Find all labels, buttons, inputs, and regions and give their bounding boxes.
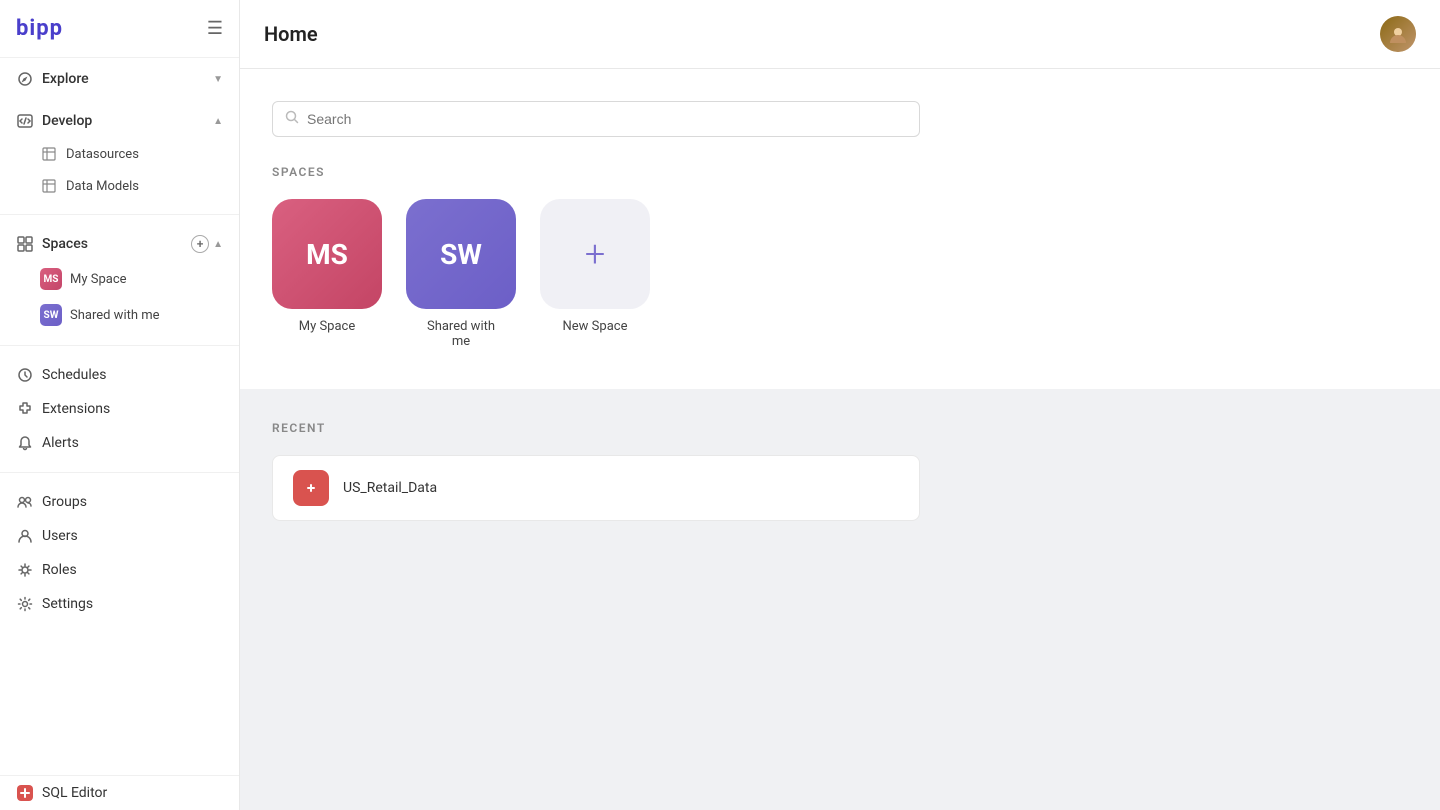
sidebar-item-shared-with-me[interactable]: SW Shared with me	[0, 297, 239, 333]
spaces-section: SPACES MS My Space SW Shared withme +	[272, 165, 1408, 349]
new-space-card-icon: +	[540, 199, 650, 309]
main-body: SPACES MS My Space SW Shared withme +	[240, 69, 1440, 810]
sidebar-item-my-space[interactable]: MS My Space	[0, 261, 239, 297]
sidebar-item-roles[interactable]: Roles	[0, 553, 239, 587]
search-bar[interactable]	[272, 101, 920, 137]
user-avatar[interactable]	[1380, 16, 1416, 52]
content-bottom: RECENT US_Retail_Data	[240, 389, 1440, 810]
datasources-label: Datasources	[66, 147, 139, 162]
new-space-card[interactable]: + New Space	[540, 199, 650, 334]
hamburger-icon[interactable]: ☰	[207, 18, 223, 39]
my-space-avatar: MS	[40, 268, 62, 290]
extensions-icon	[16, 400, 34, 418]
data-models-label: Data Models	[66, 179, 139, 194]
my-space-label: My Space	[70, 272, 127, 287]
my-space-card-icon: MS	[272, 199, 382, 309]
users-label: Users	[42, 528, 78, 544]
sql-editor-icon	[16, 784, 34, 802]
shared-with-me-card-icon: SW	[406, 199, 516, 309]
main-header: Home	[240, 0, 1440, 69]
shared-space-avatar: SW	[40, 304, 62, 326]
roles-icon	[16, 561, 34, 579]
data-models-icon	[40, 177, 58, 195]
users-icon	[16, 527, 34, 545]
bottom-nav-section: Schedules Extensions Alerts	[0, 354, 239, 464]
recent-item-icon	[293, 470, 329, 506]
add-space-button[interactable]: +	[191, 235, 209, 253]
explore-icon	[16, 70, 34, 88]
alerts-icon	[16, 434, 34, 452]
develop-section: Develop ▲ Datasources	[0, 100, 239, 206]
sidebar-item-data-models[interactable]: Data Models	[0, 170, 239, 202]
alerts-label: Alerts	[42, 435, 79, 451]
shared-with-me-card-label: Shared withme	[427, 319, 495, 349]
spaces-icon	[16, 235, 34, 253]
datasources-icon	[40, 145, 58, 163]
sidebar: bipp ☰ Explore ▼	[0, 0, 240, 810]
settings-icon	[16, 595, 34, 613]
spaces-section-title: SPACES	[272, 165, 1408, 179]
groups-label: Groups	[42, 494, 87, 510]
develop-label: Develop	[42, 113, 92, 129]
sidebar-item-settings[interactable]: Settings	[0, 587, 239, 621]
spaces-grid: MS My Space SW Shared withme + New Space	[272, 199, 1408, 349]
app-logo: bipp	[16, 16, 63, 41]
main-content: Home SPACES	[240, 0, 1440, 810]
schedules-icon	[16, 366, 34, 384]
sidebar-item-groups[interactable]: Groups	[0, 485, 239, 519]
admin-nav-section: Groups Users Roles	[0, 481, 239, 625]
explore-section: Explore ▼	[0, 58, 239, 100]
new-space-card-label: New Space	[563, 319, 628, 334]
recent-item-label: US_Retail_Data	[343, 480, 437, 496]
recent-item-us-retail[interactable]: US_Retail_Data	[272, 455, 920, 521]
develop-icon	[16, 112, 34, 130]
my-space-card-label: My Space	[299, 319, 356, 334]
sidebar-item-alerts[interactable]: Alerts	[0, 426, 239, 460]
search-input[interactable]	[307, 111, 907, 127]
spaces-nav-section: Spaces + ▲ MS My Space SW Shared with me	[0, 223, 239, 337]
schedules-label: Schedules	[42, 367, 106, 383]
explore-collapse-icon[interactable]: ▼	[213, 74, 223, 85]
roles-label: Roles	[42, 562, 77, 578]
develop-collapse-icon[interactable]: ▲	[213, 116, 223, 127]
sidebar-item-spaces[interactable]: Spaces + ▲	[0, 227, 239, 261]
sidebar-item-sql-editor[interactable]: SQL Editor	[0, 776, 239, 810]
extensions-label: Extensions	[42, 401, 110, 417]
sidebar-item-schedules[interactable]: Schedules	[0, 358, 239, 392]
sidebar-item-extensions[interactable]: Extensions	[0, 392, 239, 426]
sidebar-header: bipp ☰	[0, 0, 239, 58]
sidebar-item-explore[interactable]: Explore ▼	[0, 62, 239, 96]
shared-with-me-card[interactable]: SW Shared withme	[406, 199, 516, 349]
shared-with-me-label: Shared with me	[70, 308, 160, 323]
sidebar-item-users[interactable]: Users	[0, 519, 239, 553]
explore-label: Explore	[42, 71, 89, 87]
spaces-collapse-icon[interactable]: ▲	[213, 239, 223, 250]
search-icon	[285, 110, 299, 128]
sidebar-item-datasources[interactable]: Datasources	[0, 138, 239, 170]
my-space-card[interactable]: MS My Space	[272, 199, 382, 334]
user-avatar-img	[1380, 16, 1416, 52]
groups-icon	[16, 493, 34, 511]
recent-section-title: RECENT	[272, 421, 1408, 435]
sql-editor-label: SQL Editor	[42, 785, 107, 801]
sidebar-footer: SQL Editor	[0, 775, 239, 810]
settings-label: Settings	[42, 596, 93, 612]
sidebar-item-develop[interactable]: Develop ▲	[0, 104, 239, 138]
page-title: Home	[264, 22, 318, 46]
spaces-nav-label: Spaces	[42, 236, 88, 252]
content-top: SPACES MS My Space SW Shared withme +	[240, 69, 1440, 389]
